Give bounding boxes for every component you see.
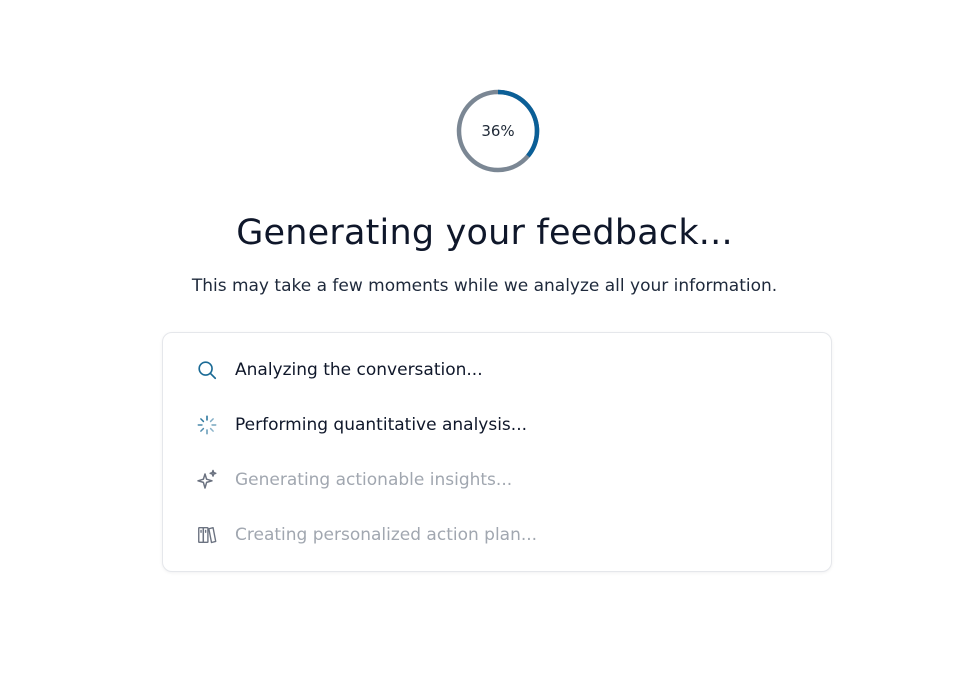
step-label: Analyzing the conversation... <box>235 360 483 380</box>
step-label: Generating actionable insights... <box>235 470 513 490</box>
page-title: Generating your feedback... <box>236 213 733 253</box>
page-subtitle: This may take a few moments while we ana… <box>191 276 778 296</box>
step-analyzing-conversation: Analyzing the conversation... <box>195 355 483 385</box>
books-icon <box>195 523 219 547</box>
step-label: Performing quantitative analysis... <box>235 415 528 435</box>
progress-percent-label: 36% <box>481 122 515 140</box>
steps-card: Analyzing the conversation... Performing… <box>162 332 832 572</box>
progress-ring: 36% <box>456 89 540 173</box>
sparkles-icon <box>195 468 219 492</box>
step-label: Creating personalized action plan... <box>235 525 538 545</box>
step-actionable-insights: Generating actionable insights... <box>195 465 512 495</box>
search-icon <box>195 358 219 382</box>
step-action-plan: Creating personalized action plan... <box>195 520 537 550</box>
step-quantitative-analysis: Performing quantitative analysis... <box>195 410 527 440</box>
loader-icon <box>195 413 219 437</box>
generating-feedback-page: 36% Generating your feedback... This may… <box>0 0 969 695</box>
